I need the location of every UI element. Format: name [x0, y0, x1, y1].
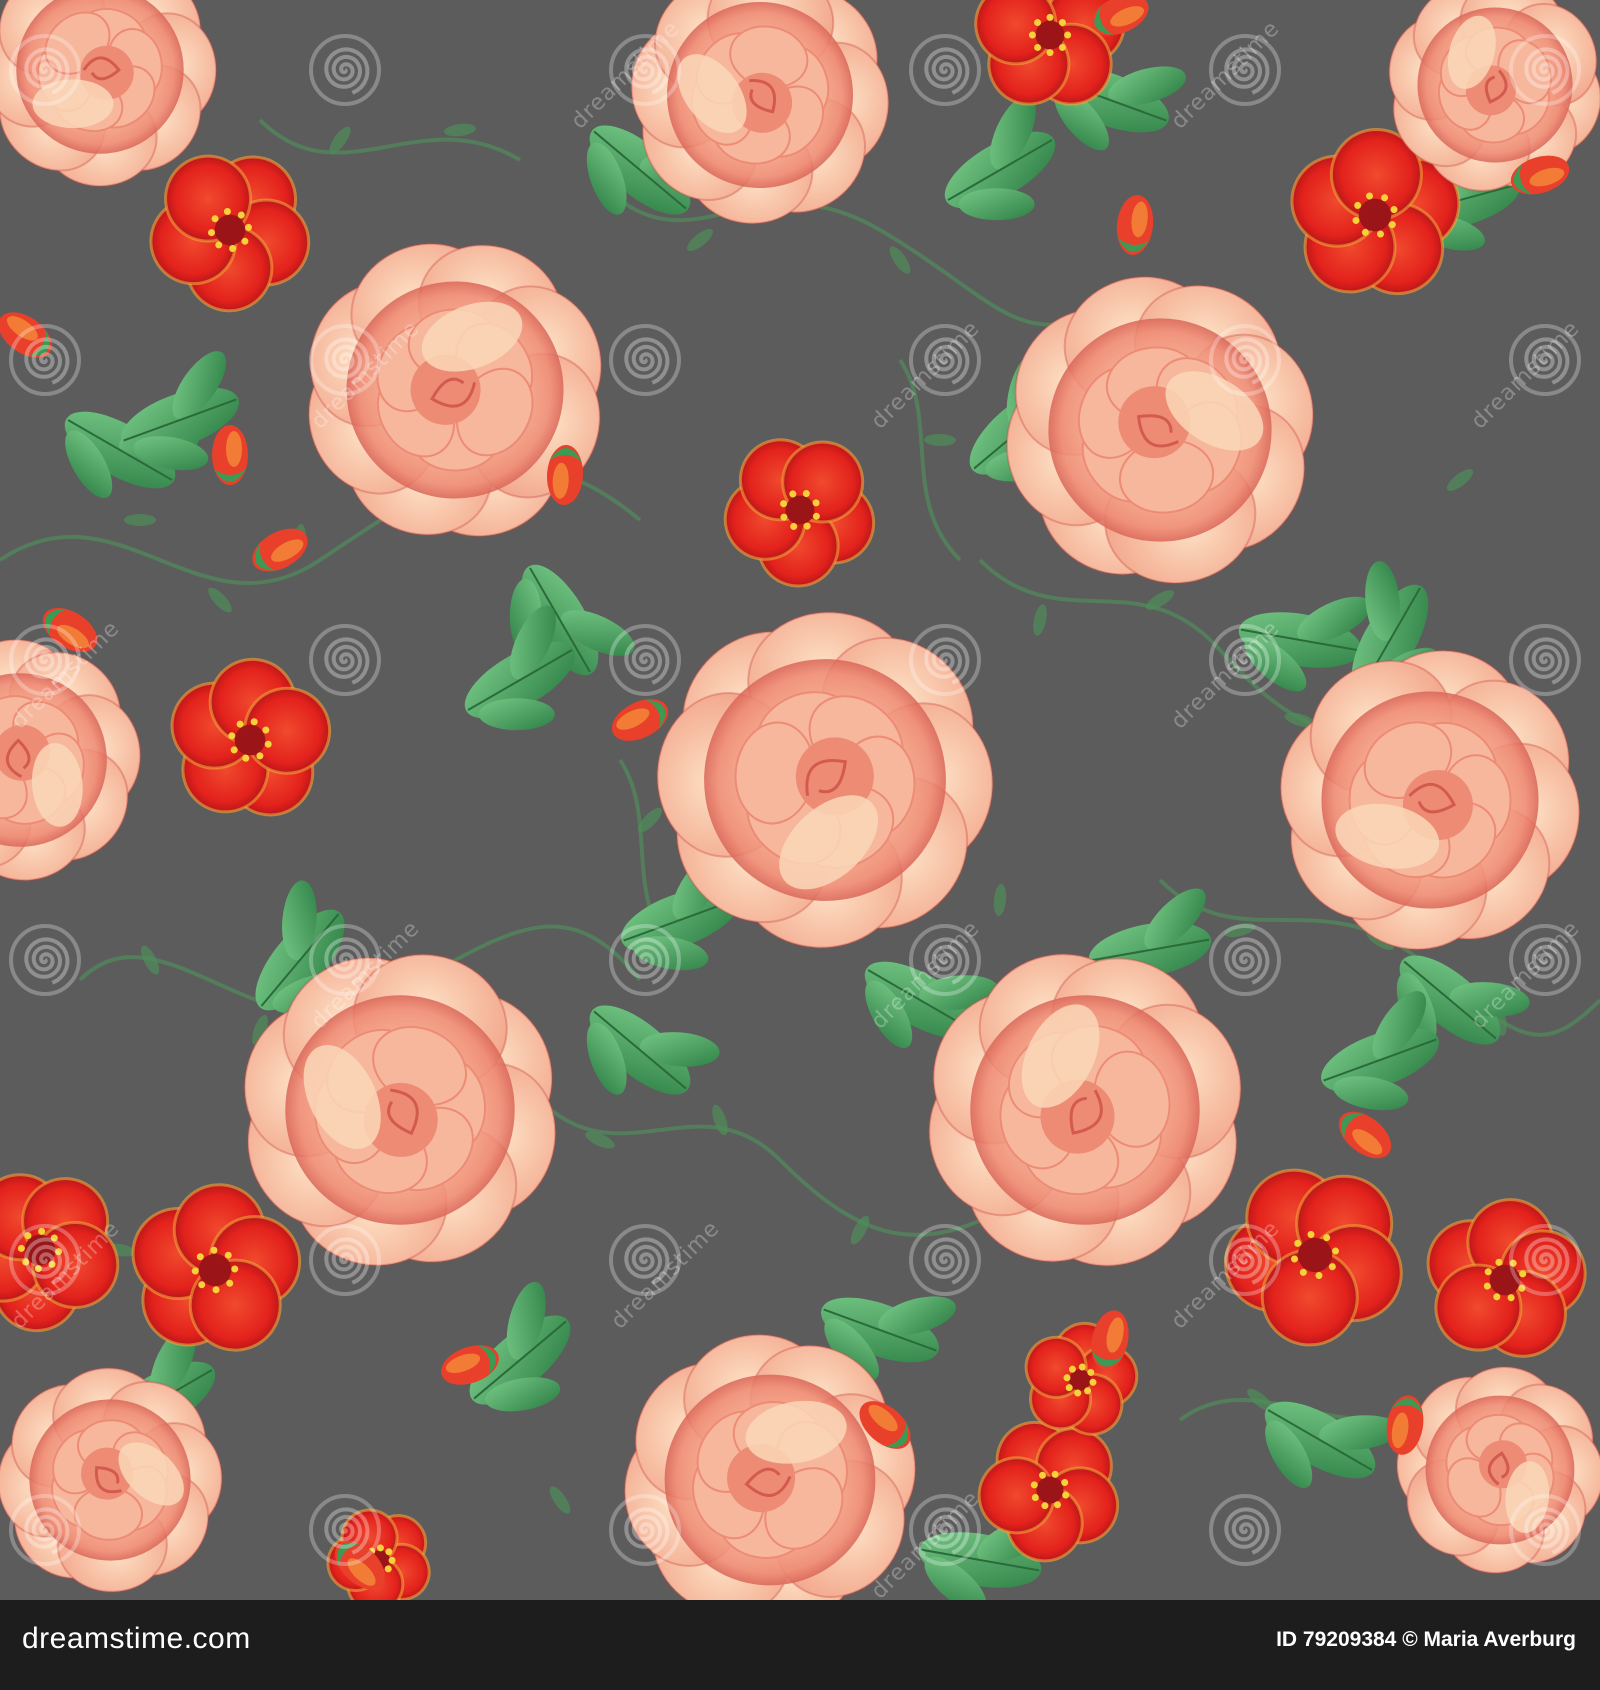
brand-link[interactable]: dreamstime.com [22, 1622, 251, 1656]
floral-pattern-artwork: dreamstimedreamstimedreamstimedreamstime… [0, 0, 1600, 1600]
stock-image-frame: dreamstime dreamstime dreamstime dreamstime… [0, 0, 1600, 1690]
image-credit: ID 79209384 © Maria Averburg [1276, 1628, 1576, 1651]
stock-footer-bar: dreamstime.com ID 79209384 © Maria Averb… [0, 1600, 1600, 1690]
flower-bud [212, 425, 248, 485]
vine-leaflet [124, 514, 156, 526]
